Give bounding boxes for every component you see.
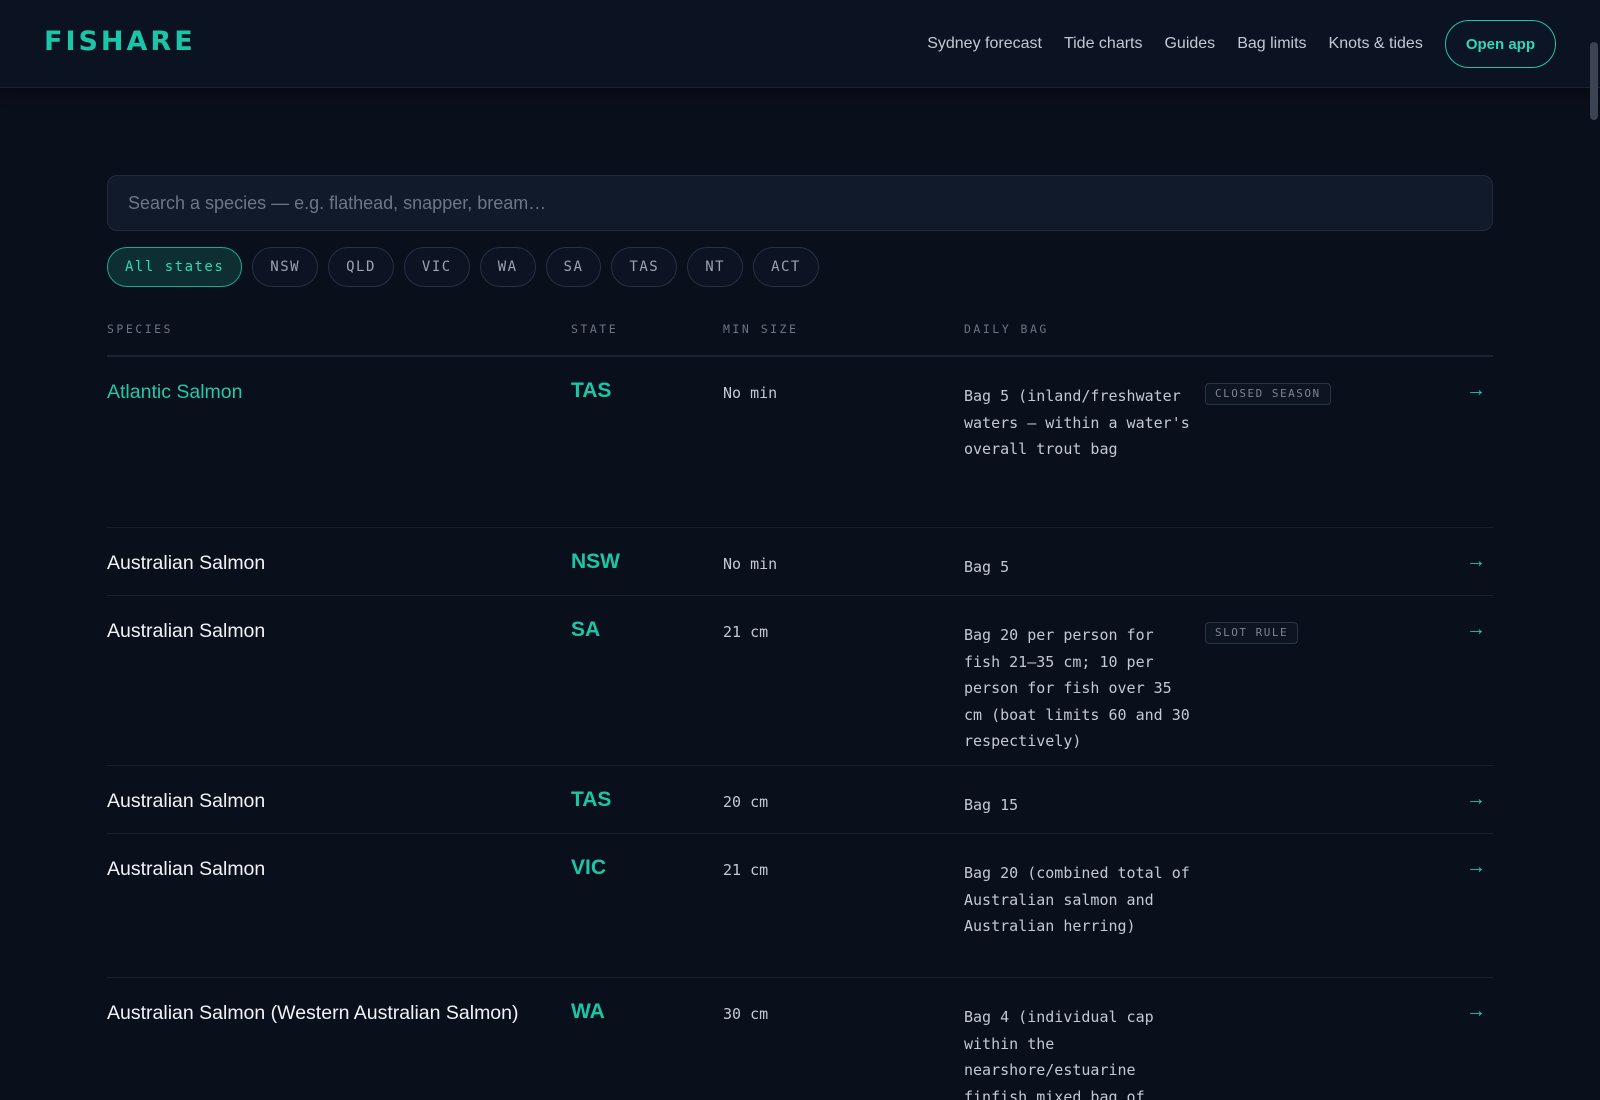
filter-chip-tas[interactable]: TAS bbox=[611, 247, 678, 287]
min-size: 20 cm bbox=[723, 793, 769, 811]
species-name[interactable]: Atlantic Salmon bbox=[107, 381, 242, 404]
filter-chip-sa[interactable]: SA bbox=[545, 247, 602, 287]
daily-bag: Bag 4 (individual cap within the nearsho… bbox=[964, 1008, 1154, 1100]
min-size: No min bbox=[723, 555, 778, 573]
table-row[interactable]: Australian Salmon NSW No min Bag 5 → bbox=[107, 528, 1493, 596]
filter-chip-act[interactable]: ACT bbox=[753, 247, 819, 287]
nav-link-knots-tides[interactable]: Knots & tides bbox=[1329, 35, 1423, 53]
arrow-right-icon[interactable]: → bbox=[1466, 550, 1486, 573]
table-row[interactable]: Australian Salmon (Western Australian Sa… bbox=[107, 978, 1493, 1100]
logo[interactable]: FISHARE bbox=[44, 26, 196, 57]
open-app-button[interactable]: Open app bbox=[1444, 20, 1556, 68]
daily-bag: Bag 20 (combined total of Australian sal… bbox=[964, 864, 1190, 935]
species-name[interactable]: Australian Salmon bbox=[107, 858, 265, 881]
arrow-right-icon[interactable]: → bbox=[1466, 1000, 1486, 1023]
main-nav: Sydney forecast Tide charts Guides Bag l… bbox=[905, 20, 1556, 68]
daily-bag: Bag 15 bbox=[964, 796, 1019, 814]
filter-chip-vic[interactable]: VIC bbox=[403, 247, 470, 287]
min-size: 21 cm bbox=[723, 623, 769, 641]
filter-chip-nsw[interactable]: NSW bbox=[252, 247, 319, 287]
min-size: 30 cm bbox=[723, 1005, 769, 1023]
column-header-min-size: MIN SIZE bbox=[723, 322, 799, 336]
table-header: SPECIES STATE MIN SIZE DAILY BAG bbox=[107, 295, 1493, 357]
scrollbar-thumb[interactable] bbox=[1590, 42, 1598, 120]
min-size: 21 cm bbox=[723, 861, 769, 879]
nav-link-guides[interactable]: Guides bbox=[1164, 35, 1215, 53]
daily-bag: Bag 5 bbox=[964, 558, 1010, 576]
nav-link-sydney-forecast[interactable]: Sydney forecast bbox=[927, 35, 1042, 53]
table-row[interactable]: Australian Salmon VIC 21 cm Bag 20 (comb… bbox=[107, 834, 1493, 978]
state-code: VIC bbox=[571, 856, 607, 879]
daily-bag: Bag 20 per person for fish 21–35 cm; 10 … bbox=[964, 626, 1190, 750]
daily-bag: Bag 5 (inland/freshwater waters — within… bbox=[964, 387, 1190, 458]
state-code: TAS bbox=[571, 788, 612, 811]
table-row[interactable]: Australian Salmon TAS 20 cm Bag 15 → bbox=[107, 766, 1493, 834]
species-name[interactable]: Australian Salmon bbox=[107, 552, 265, 575]
column-header-state: STATE bbox=[571, 322, 619, 336]
arrow-right-icon[interactable]: → bbox=[1466, 856, 1486, 879]
arrow-right-icon[interactable]: → bbox=[1466, 379, 1486, 402]
filter-chip-wa[interactable]: WA bbox=[479, 247, 536, 287]
status-badge: SLOT RULE bbox=[1205, 622, 1299, 644]
table-row[interactable]: Atlantic Salmon TAS No min Bag 5 (inland… bbox=[107, 357, 1493, 528]
state-code: TAS bbox=[571, 379, 612, 402]
status-badge: CLOSED SEASON bbox=[1205, 383, 1331, 405]
filter-chip-all-states[interactable]: All states bbox=[107, 247, 243, 287]
species-search-input[interactable] bbox=[107, 175, 1493, 231]
arrow-right-icon[interactable]: → bbox=[1466, 618, 1486, 641]
species-name[interactable]: Australian Salmon bbox=[107, 790, 265, 813]
main-content: All states NSW QLD VIC WA SA TAS NT ACT … bbox=[107, 175, 1493, 1100]
state-filter-chips: All states NSW QLD VIC WA SA TAS NT ACT bbox=[107, 247, 1493, 287]
arrow-right-icon[interactable]: → bbox=[1466, 788, 1486, 811]
column-header-species: SPECIES bbox=[107, 322, 173, 336]
column-header-daily-bag: DAILY BAG bbox=[964, 322, 1049, 336]
top-nav-bar: FISHARE Sydney forecast Tide charts Guid… bbox=[0, 0, 1600, 88]
species-name[interactable]: Australian Salmon bbox=[107, 620, 265, 643]
state-code: WA bbox=[571, 1000, 605, 1023]
table-row[interactable]: Australian Salmon SA 21 cm Bag 20 per pe… bbox=[107, 596, 1493, 766]
filter-chip-qld[interactable]: QLD bbox=[328, 247, 394, 287]
state-code: SA bbox=[571, 618, 601, 641]
min-size: No min bbox=[723, 384, 778, 402]
nav-link-bag-limits[interactable]: Bag limits bbox=[1237, 35, 1306, 53]
filter-chip-nt[interactable]: NT bbox=[687, 247, 744, 287]
nav-link-tide-charts[interactable]: Tide charts bbox=[1064, 35, 1143, 53]
species-name[interactable]: Australian Salmon (Western Australian Sa… bbox=[107, 1002, 519, 1025]
state-code: NSW bbox=[571, 550, 620, 573]
